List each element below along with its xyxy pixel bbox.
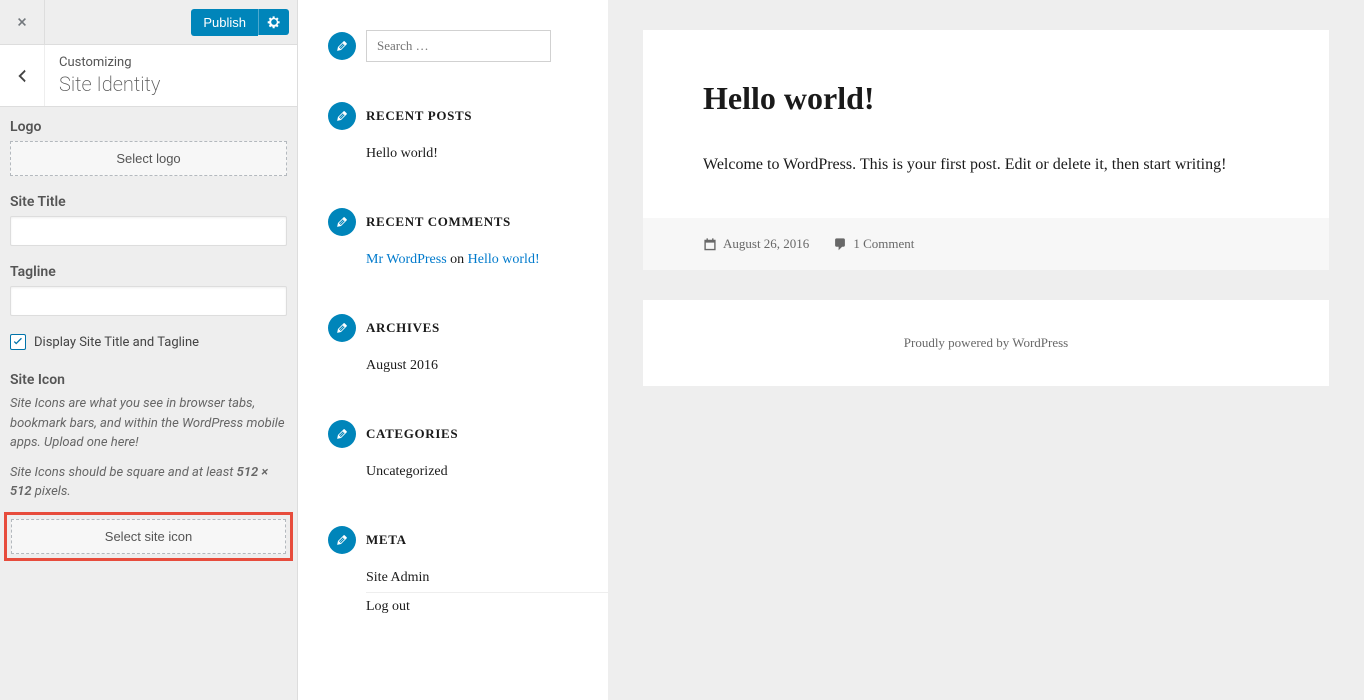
comment-author-link[interactable]: Mr WordPress [366,252,447,267]
site-icon-help-1: Site Icons are what you see in browser t… [10,394,287,453]
site-icon-label: Site Icon [10,372,287,388]
post-title[interactable]: Hello world! [703,80,1269,117]
logo-label: Logo [10,119,287,135]
post-date[interactable]: August 26, 2016 [723,236,809,252]
search-widget [328,30,608,62]
select-site-icon-button[interactable]: Select site icon [11,519,286,554]
edit-widget-button[interactable] [328,208,356,236]
chevron-left-icon [13,67,31,85]
recent-posts-widget: RECENT POSTS Hello world! [328,102,608,168]
publish-settings-button[interactable] [258,9,289,35]
widget-title: RECENT COMMENTS [366,214,511,230]
post-comments-link[interactable]: 1 Comment [853,236,914,252]
select-logo-button[interactable]: Select logo [10,141,287,176]
archives-widget: ARCHIVES August 2016 [328,314,608,380]
display-title-checkbox[interactable] [10,334,26,350]
edit-widget-button[interactable] [328,102,356,130]
back-button[interactable] [0,45,45,106]
breadcrumb: Customizing [59,55,160,70]
edit-widget-button[interactable] [328,314,356,342]
meta-widget: META Site Admin Log out [328,526,608,621]
footer: Proudly powered by WordPress [643,300,1329,386]
close-customizer-button[interactable] [0,0,45,45]
gear-icon [267,15,281,29]
section-title: Site Identity [59,72,160,96]
list-item[interactable]: August 2016 [366,352,608,380]
widget-title: META [366,532,407,548]
widget-title: ARCHIVES [366,320,440,336]
site-title-label: Site Title [10,194,287,210]
list-item[interactable]: Hello world! [366,140,608,168]
footer-text[interactable]: Proudly powered by WordPress [904,335,1068,350]
tagline-input[interactable] [10,286,287,316]
pencil-icon [335,39,349,53]
site-icon-help-2: Site Icons should be square and at least… [10,463,287,502]
check-icon [12,336,24,348]
pencil-icon [335,321,349,335]
pencil-icon [335,533,349,547]
edit-widget-button[interactable] [328,32,356,60]
widget-sidebar: RECENT POSTS Hello world! RECENT COMMENT… [298,0,608,700]
post-body-text: Welcome to WordPress. This is your first… [703,152,1269,178]
recent-comments-widget: RECENT COMMENTS Mr WordPress on Hello wo… [328,208,608,274]
comment-post-link[interactable]: Hello world! [468,252,540,267]
widget-title: RECENT POSTS [366,108,472,124]
list-item[interactable]: Mr WordPress on Hello world! [366,246,608,274]
pencil-icon [335,215,349,229]
list-item[interactable]: Uncategorized [366,458,608,486]
publish-button[interactable]: Publish [191,9,258,36]
edit-widget-button[interactable] [328,526,356,554]
post-card: Hello world! Welcome to WordPress. This … [643,30,1329,270]
customizer-panel: Publish Customizing Site Identity Logo S… [0,0,298,700]
calendar-icon [703,237,717,251]
edit-widget-button[interactable] [328,420,356,448]
list-item[interactable]: Log out [366,592,608,621]
preview-area: RECENT POSTS Hello world! RECENT COMMENT… [298,0,1364,700]
search-input[interactable] [366,30,551,62]
customizer-header: Publish [0,0,297,45]
post-meta: August 26, 2016 1 Comment [643,218,1329,270]
pencil-icon [335,427,349,441]
list-item[interactable]: Site Admin [366,564,608,592]
section-header: Customizing Site Identity [0,45,297,107]
site-title-input[interactable] [10,216,287,246]
display-title-label: Display Site Title and Tagline [34,335,199,350]
widget-title: CATEGORIES [366,426,458,442]
close-icon [14,14,30,30]
pencil-icon [335,109,349,123]
categories-widget: CATEGORIES Uncategorized [328,420,608,486]
comment-icon [833,237,847,251]
main-content: Hello world! Welcome to WordPress. This … [608,0,1364,700]
site-icon-highlight: Select site icon [4,512,293,561]
tagline-label: Tagline [10,264,287,280]
